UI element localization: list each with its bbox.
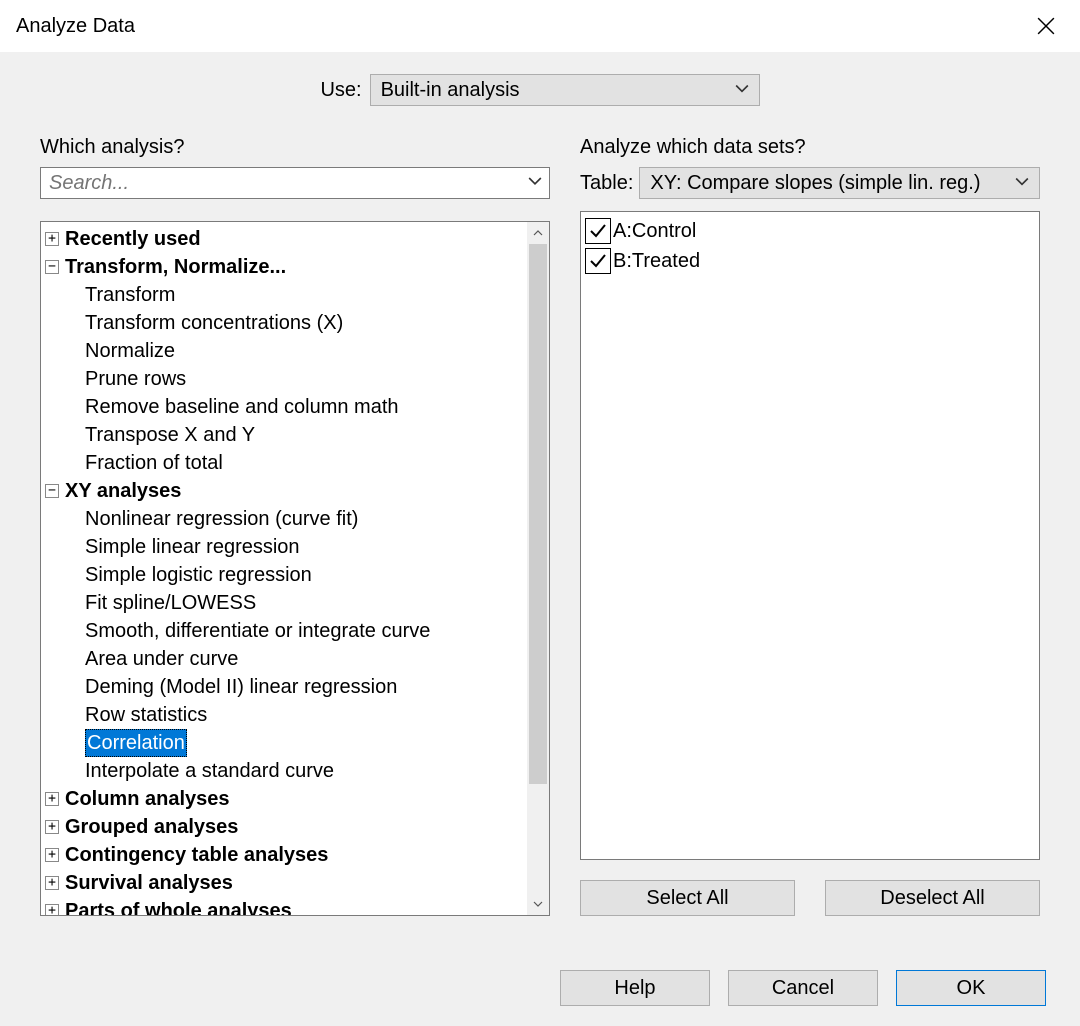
analyze-which-heading: Analyze which data sets? — [580, 136, 1040, 159]
table-label: Table: — [580, 172, 633, 195]
collapse-icon[interactable]: − — [45, 260, 59, 274]
expand-icon[interactable]: + — [45, 792, 59, 806]
scroll-up-icon[interactable] — [527, 222, 549, 244]
group-transform[interactable]: − Transform, Normalize... — [45, 253, 523, 281]
group-grouped[interactable]: + Grouped analyses — [45, 813, 523, 841]
table-select[interactable]: XY: Compare slopes (simple lin. reg.) — [639, 167, 1040, 199]
left-column: Which analysis? + Recently used − Transf… — [40, 136, 550, 916]
dataset-b[interactable]: B:Treated — [585, 246, 1035, 276]
expand-icon[interactable]: + — [45, 232, 59, 246]
item-transpose[interactable]: Transpose X and Y — [45, 421, 523, 449]
item-row-statistics[interactable]: Row statistics — [45, 701, 523, 729]
chevron-down-icon — [735, 79, 749, 102]
group-column[interactable]: + Column analyses — [45, 785, 523, 813]
group-xy[interactable]: − XY analyses — [45, 477, 523, 505]
item-nonlinear-regression[interactable]: Nonlinear regression (curve fit) — [45, 505, 523, 533]
scroll-track[interactable] — [527, 244, 549, 893]
scrollbar[interactable] — [527, 222, 549, 915]
item-fit-spline-lowess[interactable]: Fit spline/LOWESS — [45, 589, 523, 617]
item-simple-linear-regression[interactable]: Simple linear regression — [45, 533, 523, 561]
checkbox-checked-icon[interactable] — [585, 248, 611, 274]
use-row: Use: Built-in analysis — [40, 74, 1040, 106]
dataset-a-label: A:Control — [613, 216, 696, 246]
group-parts-of-whole[interactable]: + Parts of whole analyses — [45, 897, 523, 916]
item-fraction-total[interactable]: Fraction of total — [45, 449, 523, 477]
scroll-down-icon[interactable] — [527, 893, 549, 915]
cancel-button[interactable]: Cancel — [728, 970, 878, 1006]
dataset-a[interactable]: A:Control — [585, 216, 1035, 246]
expand-icon[interactable]: + — [45, 848, 59, 862]
collapse-icon[interactable]: − — [45, 484, 59, 498]
checkbox-checked-icon[interactable] — [585, 218, 611, 244]
deselect-all-button[interactable]: Deselect All — [825, 880, 1040, 916]
right-column: Analyze which data sets? Table: XY: Comp… — [580, 136, 1040, 916]
use-label: Use: — [320, 79, 361, 102]
chevron-down-icon — [1015, 172, 1029, 195]
analysis-tree: + Recently used − Transform, Normalize..… — [40, 221, 550, 916]
item-interpolate-standard-curve[interactable]: Interpolate a standard curve — [45, 757, 523, 785]
item-deming-regression[interactable]: Deming (Model II) linear regression — [45, 673, 523, 701]
item-transform-concentrations[interactable]: Transform concentrations (X) — [45, 309, 523, 337]
search-input[interactable] — [40, 167, 550, 199]
item-normalize[interactable]: Normalize — [45, 337, 523, 365]
use-value: Built-in analysis — [381, 79, 520, 102]
item-remove-baseline[interactable]: Remove baseline and column math — [45, 393, 523, 421]
table-value: XY: Compare slopes (simple lin. reg.) — [650, 172, 980, 195]
dialog-body: Use: Built-in analysis Which analysis? + — [0, 52, 1080, 1026]
select-all-button[interactable]: Select All — [580, 880, 795, 916]
close-button[interactable] — [1028, 8, 1064, 44]
which-analysis-heading: Which analysis? — [40, 136, 550, 159]
titlebar: Analyze Data — [0, 0, 1080, 52]
close-icon — [1037, 17, 1055, 35]
scroll-thumb[interactable] — [529, 244, 547, 784]
dataset-b-label: B:Treated — [613, 246, 700, 276]
item-correlation[interactable]: Correlation — [45, 729, 523, 757]
group-survival[interactable]: + Survival analyses — [45, 869, 523, 897]
item-smooth-diff-integrate[interactable]: Smooth, differentiate or integrate curve — [45, 617, 523, 645]
use-select[interactable]: Built-in analysis — [370, 74, 760, 106]
expand-icon[interactable]: + — [45, 820, 59, 834]
item-area-under-curve[interactable]: Area under curve — [45, 645, 523, 673]
expand-icon[interactable]: + — [45, 904, 59, 916]
chevron-down-icon[interactable] — [528, 172, 542, 195]
footer-buttons: Help Cancel OK — [560, 970, 1046, 1006]
ok-button[interactable]: OK — [896, 970, 1046, 1006]
item-transform[interactable]: Transform — [45, 281, 523, 309]
group-recently-used[interactable]: + Recently used — [45, 225, 523, 253]
item-simple-logistic-regression[interactable]: Simple logistic regression — [45, 561, 523, 589]
dataset-list: A:Control B:Treated — [580, 211, 1040, 860]
item-prune-rows[interactable]: Prune rows — [45, 365, 523, 393]
group-contingency[interactable]: + Contingency table analyses — [45, 841, 523, 869]
expand-icon[interactable]: + — [45, 876, 59, 890]
help-button[interactable]: Help — [560, 970, 710, 1006]
window-title: Analyze Data — [16, 15, 135, 38]
